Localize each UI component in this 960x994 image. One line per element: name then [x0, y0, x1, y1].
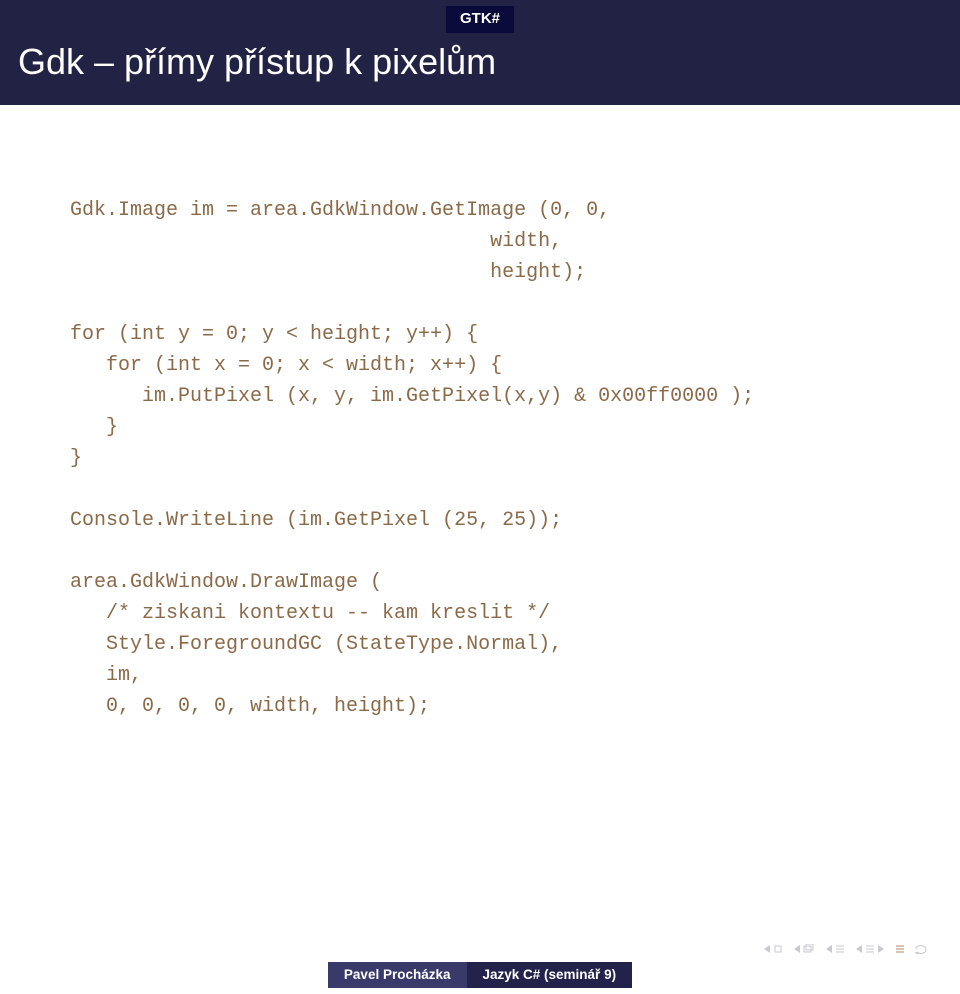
code-line: width, [70, 230, 562, 253]
code-line: height); [70, 261, 586, 284]
code-line: for (int x = 0; x < width; x++) { [70, 354, 502, 377]
code-line: 0, 0, 0, 0, width, height); [70, 695, 430, 718]
nav-summary-icon[interactable] [895, 944, 905, 954]
code-block: Gdk.Image im = area.GdkWindow.GetImage (… [0, 105, 960, 722]
nav-next-line-icon[interactable] [854, 944, 886, 954]
code-line: Style.ForegroundGC (StateType.Normal), [70, 633, 562, 656]
code-line: } [70, 416, 118, 439]
code-line: Console.WriteLine (im.GetPixel (25, 25))… [70, 509, 562, 532]
slide-title: Gdk – přímy přístup k pixelům [18, 41, 942, 83]
code-line: im, [70, 664, 142, 687]
nav-prev-icon[interactable] [792, 944, 815, 954]
nav-icon-row [0, 943, 960, 962]
slide-header: GTK# Gdk – přímy přístup k pixelům [0, 0, 960, 105]
section-tab: GTK# [446, 6, 514, 33]
code-line: for (int y = 0; y < height; y++) { [70, 323, 478, 346]
slide-footer: Pavel ProcházkaJazyk C# (seminář 9) [0, 941, 960, 994]
nav-cycle-icon[interactable] [914, 943, 928, 955]
code-line: } [70, 447, 82, 470]
code-line: im.PutPixel (x, y, im.GetPixel(x,y) & 0x… [70, 385, 754, 408]
code-line: Gdk.Image im = area.GdkWindow.GetImage (… [70, 199, 610, 222]
code-line: /* ziskani kontextu -- kam kreslit */ [70, 602, 550, 625]
footer-author: Pavel Procházka [328, 962, 467, 988]
nav-prev-line-icon[interactable] [824, 944, 845, 954]
nav-first-icon[interactable] [762, 944, 783, 954]
footer-talk: Jazyk C# (seminář 9) [467, 962, 633, 988]
code-line: area.GdkWindow.DrawImage ( [70, 571, 382, 594]
